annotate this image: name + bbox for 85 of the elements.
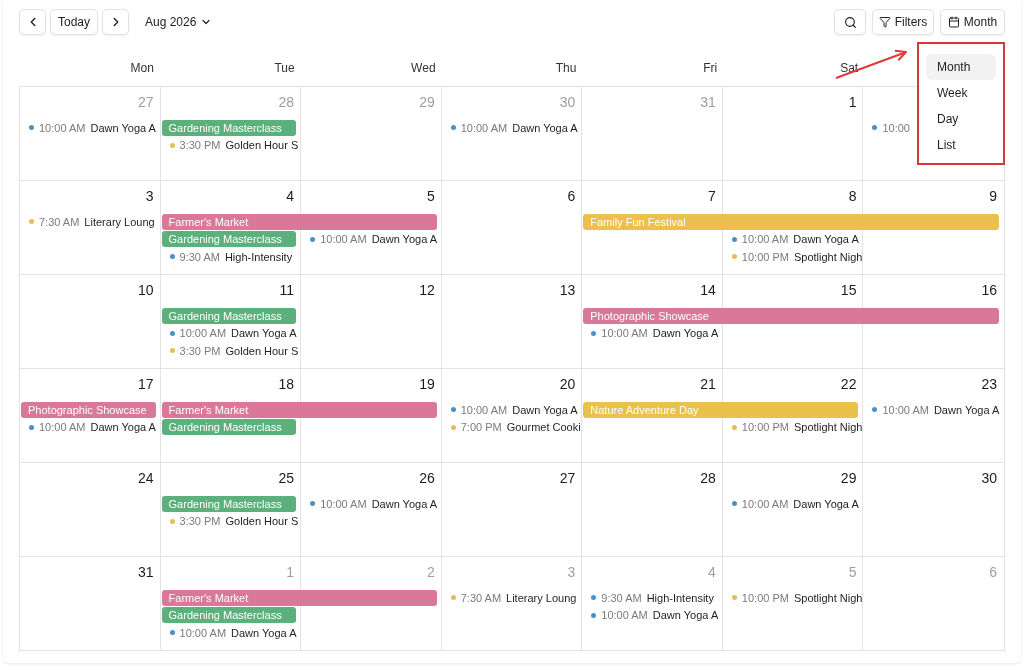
day-number: 21: [700, 375, 716, 393]
event-item[interactable]: 10:00 AM Dawn Yoga A: [450, 119, 578, 136]
event-item[interactable]: 10:00 AM Dawn Yoga A: [450, 401, 578, 418]
day-number: 3: [567, 563, 576, 581]
day-number: 5: [426, 187, 435, 205]
day-number: 6: [989, 563, 997, 581]
day-number: 10: [138, 281, 154, 299]
day-number: 12: [419, 281, 435, 299]
view-menu-item[interactable]: Month: [926, 54, 996, 80]
weekday-label: Mon: [130, 60, 155, 77]
day-number: 22: [840, 375, 857, 393]
day-number: 31: [138, 563, 154, 581]
event-item[interactable]: 3:30 PM Golden Hour S: [169, 513, 299, 530]
event-item[interactable]: 10:00 PM Spotlight Nigh: [731, 419, 863, 436]
search-button[interactable]: [834, 9, 866, 35]
event-item[interactable]: 10:00: [872, 119, 910, 136]
event-item[interactable]: 9:30 AM High-Intensity: [169, 248, 293, 265]
event-item[interactable]: 10:00 AM Dawn Yoga A: [731, 231, 859, 248]
day-number: 4: [708, 563, 716, 581]
funnel-icon: [878, 16, 891, 28]
today-button[interactable]: Today: [50, 9, 98, 35]
day-number: 27: [138, 93, 154, 111]
event-item[interactable]: 10:00 AM Dawn Yoga A: [731, 495, 859, 512]
event-item[interactable]: 10:00 AM Dawn Yoga A: [591, 607, 719, 624]
event-item[interactable]: 10:00 PM Spotlight Nigh: [731, 248, 863, 265]
day-number: 8: [848, 187, 857, 205]
view-button[interactable]: Month: [940, 9, 1005, 35]
event-item[interactable]: 7:30 AM Literary Loung: [29, 213, 155, 230]
view-menu-item[interactable]: List: [926, 132, 996, 158]
weekday-label: Thu: [555, 60, 578, 77]
day-number: 25: [278, 469, 295, 487]
day-number: 16: [981, 281, 997, 299]
calendar-icon: [947, 16, 960, 28]
weekday-label: Wed: [411, 60, 437, 77]
event-item[interactable]: 7:30 AM Literary Loung: [450, 589, 577, 606]
day-number: 30: [559, 93, 576, 111]
view-menu-item[interactable]: Day: [926, 106, 996, 132]
event-item[interactable]: 9:30 AM High-Intensity: [591, 589, 714, 606]
day-number: 11: [279, 281, 295, 299]
event-item[interactable]: 10:00 AM Dawn Yoga A: [872, 401, 1000, 418]
day-number: 17: [138, 375, 154, 393]
event-item[interactable]: 3:30 PM Golden Hour S: [169, 137, 299, 154]
search-icon: [843, 15, 857, 29]
day-number: 19: [419, 375, 435, 393]
day-number: 5: [848, 563, 857, 581]
day-number: 13: [559, 281, 576, 299]
month-picker[interactable]: Aug 2026: [145, 9, 213, 35]
day-number: 1: [286, 563, 295, 581]
day-number: 4: [286, 187, 295, 205]
day-number: 18: [278, 375, 295, 393]
day-number: 26: [419, 469, 435, 487]
next-button[interactable]: [102, 9, 129, 35]
event-item[interactable]: 10:00 AM Dawn Yoga A: [169, 325, 297, 342]
day-number: 9: [989, 187, 997, 205]
weekday-label: Tue: [274, 60, 296, 77]
day-number: 1: [848, 93, 857, 111]
day-number: 14: [700, 281, 716, 299]
day-number: 20: [559, 375, 576, 393]
day-number: 23: [981, 375, 997, 393]
day-number: 29: [419, 93, 435, 111]
view-menu-item[interactable]: Week: [926, 80, 996, 106]
day-number: 15: [840, 281, 857, 299]
day-number: 3: [145, 187, 154, 205]
day-number: 7: [708, 187, 716, 205]
day-number: 24: [138, 469, 154, 487]
event-item[interactable]: 7:00 PM Gourmet Cooki: [450, 419, 581, 436]
previous-button[interactable]: [19, 9, 46, 35]
event-item[interactable]: 3:30 PM Golden Hour S: [169, 342, 299, 359]
event-item[interactable]: 10:00 AM Dawn Yoga A: [169, 624, 297, 641]
day-number: 28: [278, 93, 295, 111]
event-item[interactable]: 10:00 AM Dawn Yoga A: [591, 325, 719, 342]
filters-button[interactable]: Filters: [872, 9, 934, 35]
event-item[interactable]: 10:00 PM Spotlight Nigh: [731, 589, 863, 606]
event-item[interactable]: 10:00 AM Dawn Yoga A: [29, 419, 156, 436]
event-item[interactable]: 10:00 AM Dawn Yoga A: [310, 231, 438, 248]
day-number: 6: [567, 187, 576, 205]
day-number: 2: [426, 563, 435, 581]
event-item[interactable]: 10:00 AM Dawn Yoga A: [310, 495, 438, 512]
day-number: 30: [981, 469, 997, 487]
day-number: 29: [840, 469, 857, 487]
event-item[interactable]: 10:00 AM Dawn Yoga A: [29, 119, 156, 136]
weekday-label: Fri: [703, 60, 719, 77]
day-number: 27: [559, 469, 576, 487]
day-number: 28: [700, 469, 716, 487]
day-number: 31: [700, 93, 716, 111]
